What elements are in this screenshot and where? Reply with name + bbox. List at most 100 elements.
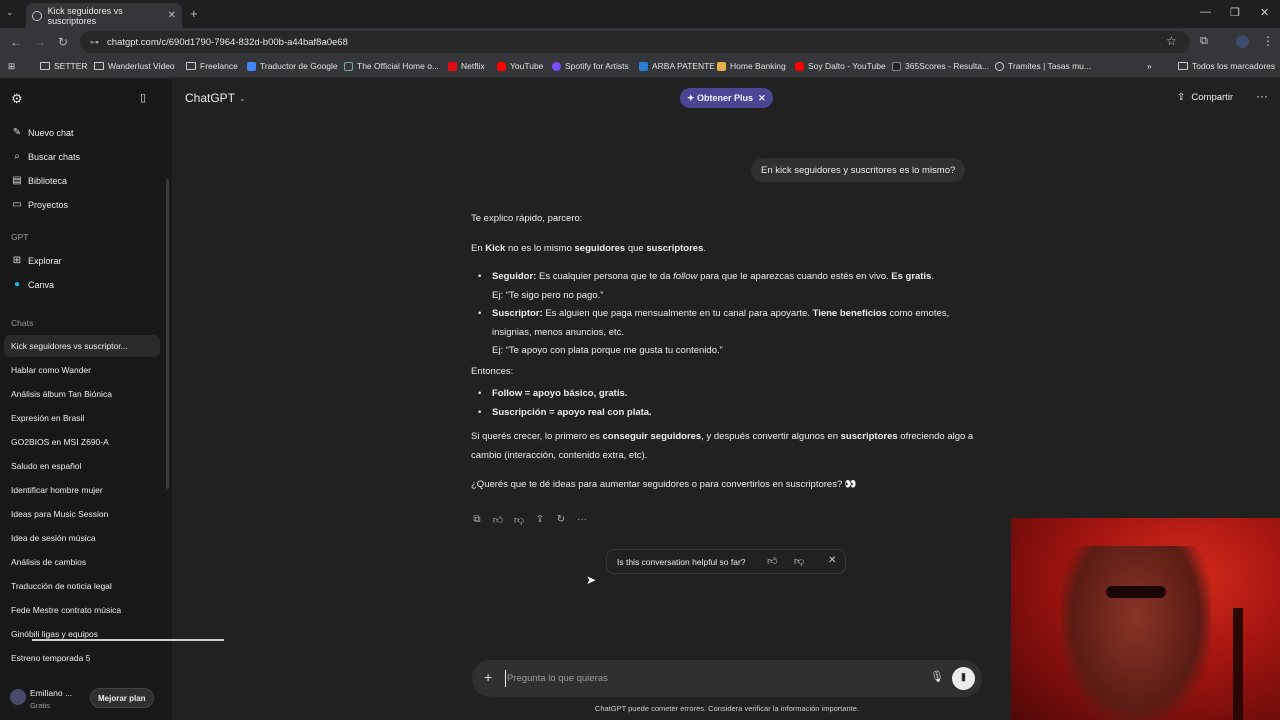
model-selector[interactable]: ChatGPT ⌄: [185, 91, 246, 105]
share-button[interactable]: ⇪ Compartir: [1177, 92, 1233, 103]
thumbs-down-icon[interactable]: 👎︎: [794, 555, 804, 567]
browser-tab-strip: ⌄ Kick seguidores vs suscriptores ✕ + — …: [0, 0, 1280, 28]
list-item: Suscripción = apoyo real con plata.: [471, 404, 981, 423]
sidebar-item-search[interactable]: ⌕ Buscar chats: [11, 151, 80, 162]
edit-icon: ✎: [12, 127, 22, 138]
sidebar-scrollbar[interactable]: [166, 179, 169, 489]
chat-item[interactable]: Expresión en Brasil: [4, 407, 160, 429]
bookmark-item[interactable]: Freelance: [186, 61, 238, 71]
regenerate-icon[interactable]: ↻: [555, 514, 567, 526]
sidebar-item-explore[interactable]: ⊞ Explorar: [11, 255, 62, 266]
user-menu[interactable]: Emiliano ... Gratis Mejorar plan: [0, 682, 172, 720]
new-tab-icon[interactable]: +: [190, 6, 198, 21]
bookmark-item[interactable]: ARBA PATENTE: [639, 61, 715, 71]
bookmarks-overflow-icon[interactable]: »: [1147, 61, 1152, 71]
bookmark-star-icon[interactable]: ☆: [1166, 34, 1177, 48]
profile-avatar[interactable]: [1236, 35, 1249, 48]
chat-item[interactable]: Identificar hombre mujer: [4, 479, 160, 501]
bookmark-item[interactable]: The Official Home o...: [344, 61, 439, 71]
thumbs-up-icon[interactable]: 👍︎: [492, 514, 504, 526]
copy-icon[interactable]: ⧉: [471, 514, 483, 526]
google-translate-icon: [247, 61, 256, 71]
chatgpt-favicon-icon: [32, 10, 42, 21]
thumbs-up-icon[interactable]: 👍︎: [767, 555, 777, 567]
minimize-icon[interactable]: —: [1200, 6, 1211, 18]
answer-paragraph: Si querés crecer, lo primero es consegui…: [471, 431, 974, 461]
chat-item-active[interactable]: Kick seguidores vs suscriptor...: [4, 335, 160, 357]
add-attachment-icon[interactable]: +: [484, 669, 492, 685]
more-icon[interactable]: ···: [576, 514, 588, 526]
bookmark-item[interactable]: Traductor de Google: [247, 61, 338, 71]
bookmark-item[interactable]: Tramites | Tasas mu...: [995, 61, 1091, 71]
chat-item[interactable]: Estreno temporada 5: [4, 647, 160, 669]
voice-mode-button[interactable]: ⦀: [952, 667, 975, 690]
bank-icon: [717, 61, 726, 71]
answer-list: Seguidor: Es cualquier persona que te da…: [471, 268, 981, 361]
list-item: Follow = apoyo básico, gratis.: [471, 385, 981, 404]
more-options-icon[interactable]: ···: [1256, 89, 1268, 103]
list-item: Suscriptor: Es alguien que paga mensualm…: [471, 305, 981, 361]
restore-icon[interactable]: ❐: [1230, 6, 1240, 19]
extensions-icon[interactable]: ⧉: [1200, 35, 1208, 48]
chat-item[interactable]: Ginóbili ligas y equipos: [4, 623, 160, 645]
back-icon[interactable]: ←: [10, 35, 22, 49]
forward-icon[interactable]: →: [34, 35, 46, 49]
bookmark-item[interactable]: Wanderlust Video: [94, 61, 175, 71]
disclaimer: ChatGPT puede cometer errores. Considera…: [594, 704, 860, 713]
sidebar-item-canva[interactable]: ● Canva: [11, 279, 54, 290]
tab-title: Kick seguidores vs suscriptores: [47, 5, 123, 26]
chat-item[interactable]: GO2BIOS en MSI Z690-A: [4, 431, 160, 453]
webcam-glasses: [1106, 586, 1166, 598]
chat-item[interactable]: Hablar como Wander: [4, 359, 160, 381]
address-toolbar: ← → ↻ ⊶ chatgpt.com/c/690d1790-7964-832d…: [0, 28, 1280, 56]
bookmark-item[interactable]: Spotify for Artists: [552, 61, 629, 71]
model-name: ChatGPT: [185, 91, 236, 105]
url-bar[interactable]: ⊶ chatgpt.com/c/690d1790-7964-832d-b00b-…: [80, 31, 1190, 53]
chat-item[interactable]: Análisis álbum Tan Biónica: [4, 383, 160, 405]
webcam-mic-stand: [1233, 608, 1243, 720]
close-icon[interactable]: ✕: [828, 555, 836, 566]
bookmark-item[interactable]: SETTER: [40, 61, 88, 71]
chat-item[interactable]: Traducción de noticia legal: [4, 575, 160, 597]
get-plus-button[interactable]: ✦ Obtener Plus ✕: [680, 88, 773, 108]
avatar[interactable]: [10, 689, 26, 705]
share-icon: ⇪: [1177, 92, 1186, 103]
search-icon: ⌕: [14, 151, 20, 162]
site-icon: [344, 61, 353, 71]
chat-item[interactable]: Saludo en español: [4, 455, 160, 477]
chat-item[interactable]: Idea de sesión música: [4, 527, 160, 549]
sidebar-item-library[interactable]: ▤ Biblioteca: [11, 175, 67, 186]
tab-search-icon[interactable]: ⌄: [6, 7, 14, 18]
close-icon[interactable]: ✕: [758, 93, 766, 104]
thumbs-down-icon[interactable]: 👎︎: [513, 514, 525, 526]
composer: + 🎙︎ ⦀: [472, 660, 982, 697]
apps-icon[interactable]: ⊞: [8, 61, 15, 72]
sidebar-item-new-chat[interactable]: ✎ Nuevo chat: [11, 127, 74, 138]
grid-icon: ⊞: [12, 255, 22, 266]
chat-item[interactable]: Análisis de cambios: [4, 551, 160, 573]
share-icon[interactable]: ⇪: [534, 514, 546, 526]
window-close-icon[interactable]: ✕: [1260, 6, 1269, 19]
reload-icon[interactable]: ↻: [58, 35, 68, 49]
tab-close-icon[interactable]: ✕: [168, 10, 176, 21]
site-info-icon[interactable]: ⊶: [90, 37, 99, 48]
bookmark-item[interactable]: Home Banking: [717, 61, 786, 71]
bookmark-item[interactable]: 365Scores - Resulta...: [892, 61, 989, 71]
webcam-overlay: [1011, 518, 1280, 720]
bookmark-item[interactable]: Netflix: [448, 61, 485, 71]
openai-logo-icon[interactable]: ⚙: [11, 91, 23, 107]
assistant-message: Te explico rápido, parcero: En Kick no e…: [471, 210, 981, 506]
bookmark-item[interactable]: YouTube: [497, 61, 543, 71]
upgrade-plan-button[interactable]: Mejorar plan: [90, 688, 154, 708]
answer-summary-list: Follow = apoyo básico, gratis. Suscripci…: [471, 385, 981, 422]
microphone-icon[interactable]: 🎙︎: [930, 670, 944, 683]
chat-item[interactable]: Fede Mestre contrato música: [4, 599, 160, 621]
prompt-input[interactable]: [505, 670, 905, 687]
close-sidebar-icon[interactable]: ▯: [140, 91, 146, 104]
all-bookmarks[interactable]: Todos los marcadores: [1178, 61, 1275, 71]
browser-menu-icon[interactable]: ⋮: [1262, 34, 1274, 48]
sidebar-item-projects[interactable]: ▭ Proyectos: [11, 199, 68, 210]
chat-item[interactable]: Ideas para Music Session: [4, 503, 160, 525]
bookmark-item[interactable]: Soy Dalto - YouTube: [795, 61, 886, 71]
browser-tab[interactable]: Kick seguidores vs suscriptores ✕: [26, 3, 182, 28]
